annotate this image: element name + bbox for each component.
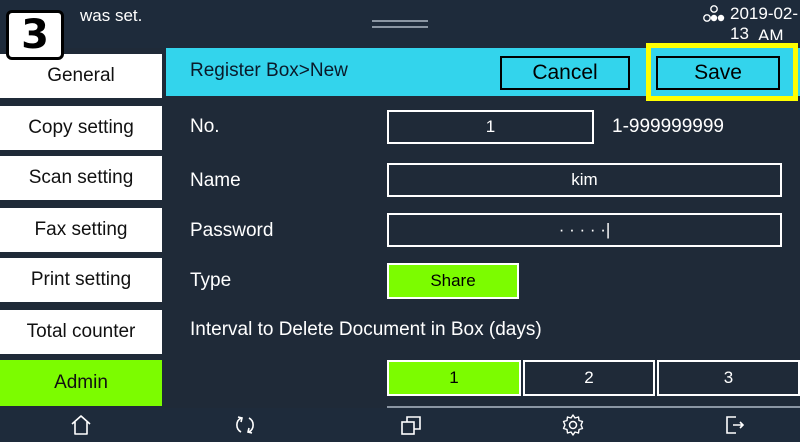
- interval-option-1[interactable]: 1: [387, 360, 521, 396]
- device-status-icon: [703, 5, 725, 22]
- sidebar-item-scan-setting[interactable]: Scan setting: [0, 154, 164, 200]
- name-field[interactable]: kim: [387, 163, 782, 197]
- sidebar-item-admin[interactable]: Admin: [0, 358, 164, 406]
- type-share-button[interactable]: Share: [387, 263, 519, 299]
- interval-option-2[interactable]: 2: [523, 360, 655, 396]
- status-message: was set.: [80, 6, 143, 25]
- password-field[interactable]: · · · · ·|: [387, 213, 782, 247]
- logout-icon[interactable]: [722, 412, 748, 438]
- sidebar-item-copy-setting[interactable]: Copy setting: [0, 104, 164, 150]
- sidebar-item-print-setting[interactable]: Print setting: [0, 256, 164, 302]
- device-screen: 3 was set. 2019-02-13 AM 5:27 General Co…: [0, 0, 800, 442]
- settings-gear-icon[interactable]: [560, 412, 586, 438]
- pull-down-handle[interactable]: [372, 20, 428, 28]
- step-number-badge: 3: [6, 10, 64, 60]
- interval-option-3[interactable]: 3: [657, 360, 800, 396]
- box-number-field[interactable]: 1: [387, 110, 594, 144]
- cancel-button[interactable]: Cancel: [500, 56, 630, 90]
- type-label: Type: [190, 270, 232, 291]
- password-label: Password: [190, 220, 274, 241]
- home-icon[interactable]: [68, 412, 94, 438]
- save-highlight-frame: [646, 43, 798, 101]
- refresh-icon[interactable]: [232, 412, 258, 438]
- sidebar-item-total-counter[interactable]: Total counter: [0, 308, 164, 354]
- page-title: Register Box>New: [190, 60, 348, 81]
- name-label: Name: [190, 170, 241, 191]
- copy-windows-icon[interactable]: [398, 412, 424, 438]
- status-time: AM 5:27: [758, 26, 784, 40]
- no-label: No.: [190, 116, 220, 137]
- interval-label: Interval to Delete Document in Box (days…: [190, 319, 542, 340]
- sidebar-item-fax-setting[interactable]: Fax setting: [0, 206, 164, 252]
- box-number-range: 1-999999999: [612, 116, 724, 137]
